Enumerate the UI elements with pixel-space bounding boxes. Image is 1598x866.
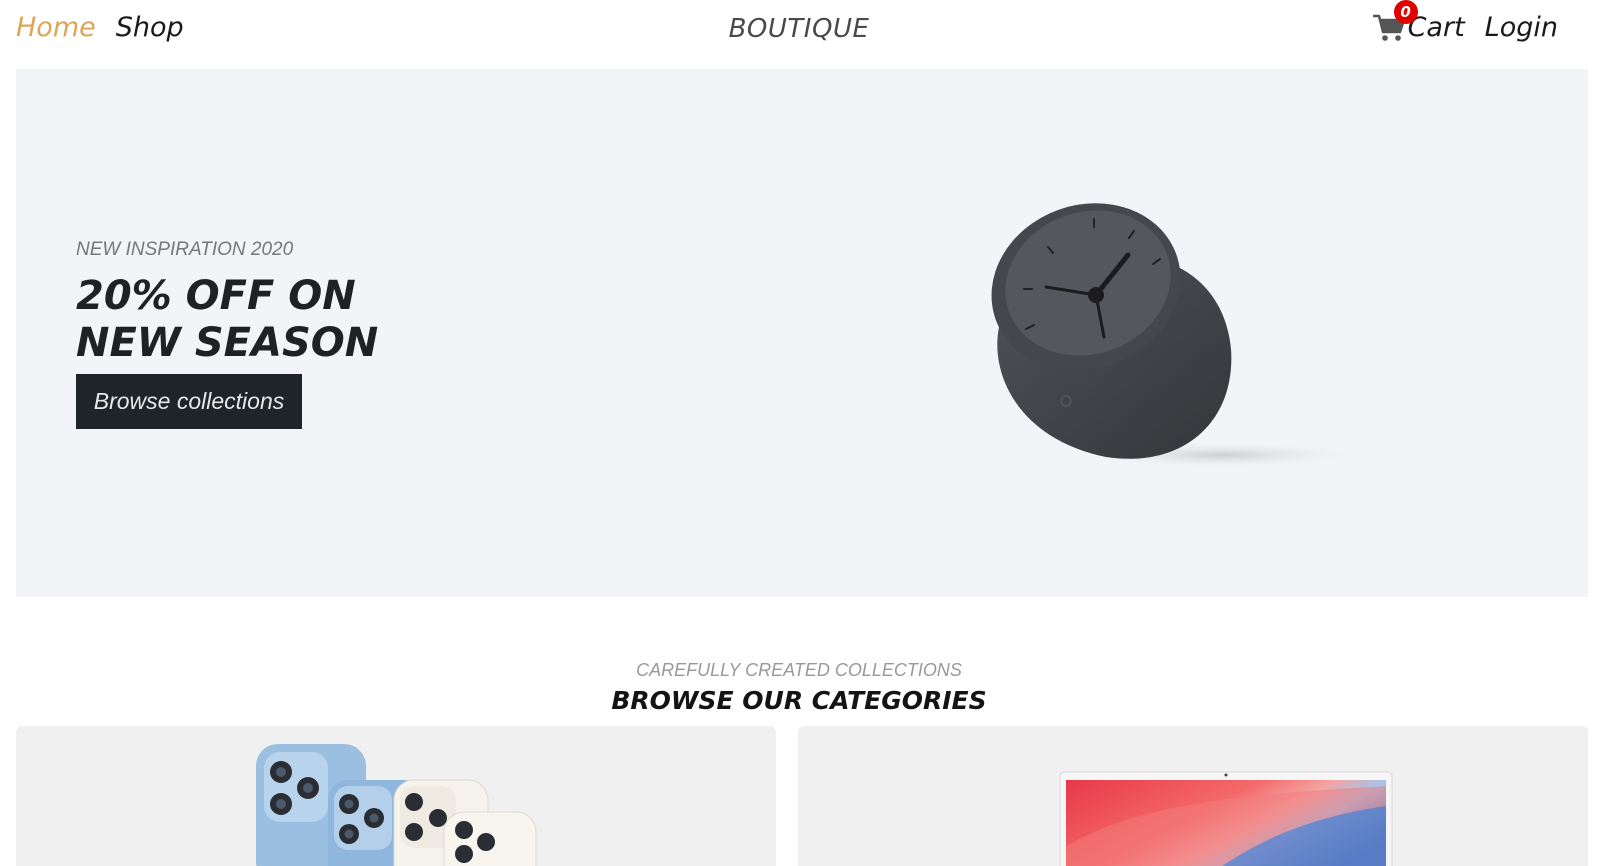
category-card-phones[interactable]	[16, 726, 776, 866]
category-card-laptops[interactable]	[798, 726, 1588, 866]
laptop-image	[1059, 771, 1393, 866]
hero-banner: NEW INSPIRATION 2020 20% OFF ON NEW SEAS…	[16, 69, 1588, 597]
nav-login-link[interactable]: Login	[1485, 12, 1558, 43]
cart-link[interactable]: 0 Cart	[1372, 0, 1465, 43]
hero-subtitle: NEW INSPIRATION 2020	[76, 239, 294, 260]
categories-title: BROWSE OUR CATEGORIES	[611, 686, 987, 715]
navbar: Home Shop BOUTIQUE 0 Cart Login	[0, 0, 1598, 68]
hero-title: 20% OFF ON NEW SEASON	[76, 273, 379, 366]
hero-clock-image	[991, 203, 1371, 469]
categories-subtitle: CAREFULLY CREATED COLLECTIONS	[636, 660, 962, 680]
nav-right: 0 Cart Login	[1372, 0, 1558, 43]
browse-collections-button[interactable]: Browse collections	[76, 374, 302, 429]
cart-count-badge: 0	[1393, 0, 1418, 24]
phones-image	[256, 744, 537, 866]
brand-logo[interactable]: BOUTIQUE	[0, 14, 1598, 44]
